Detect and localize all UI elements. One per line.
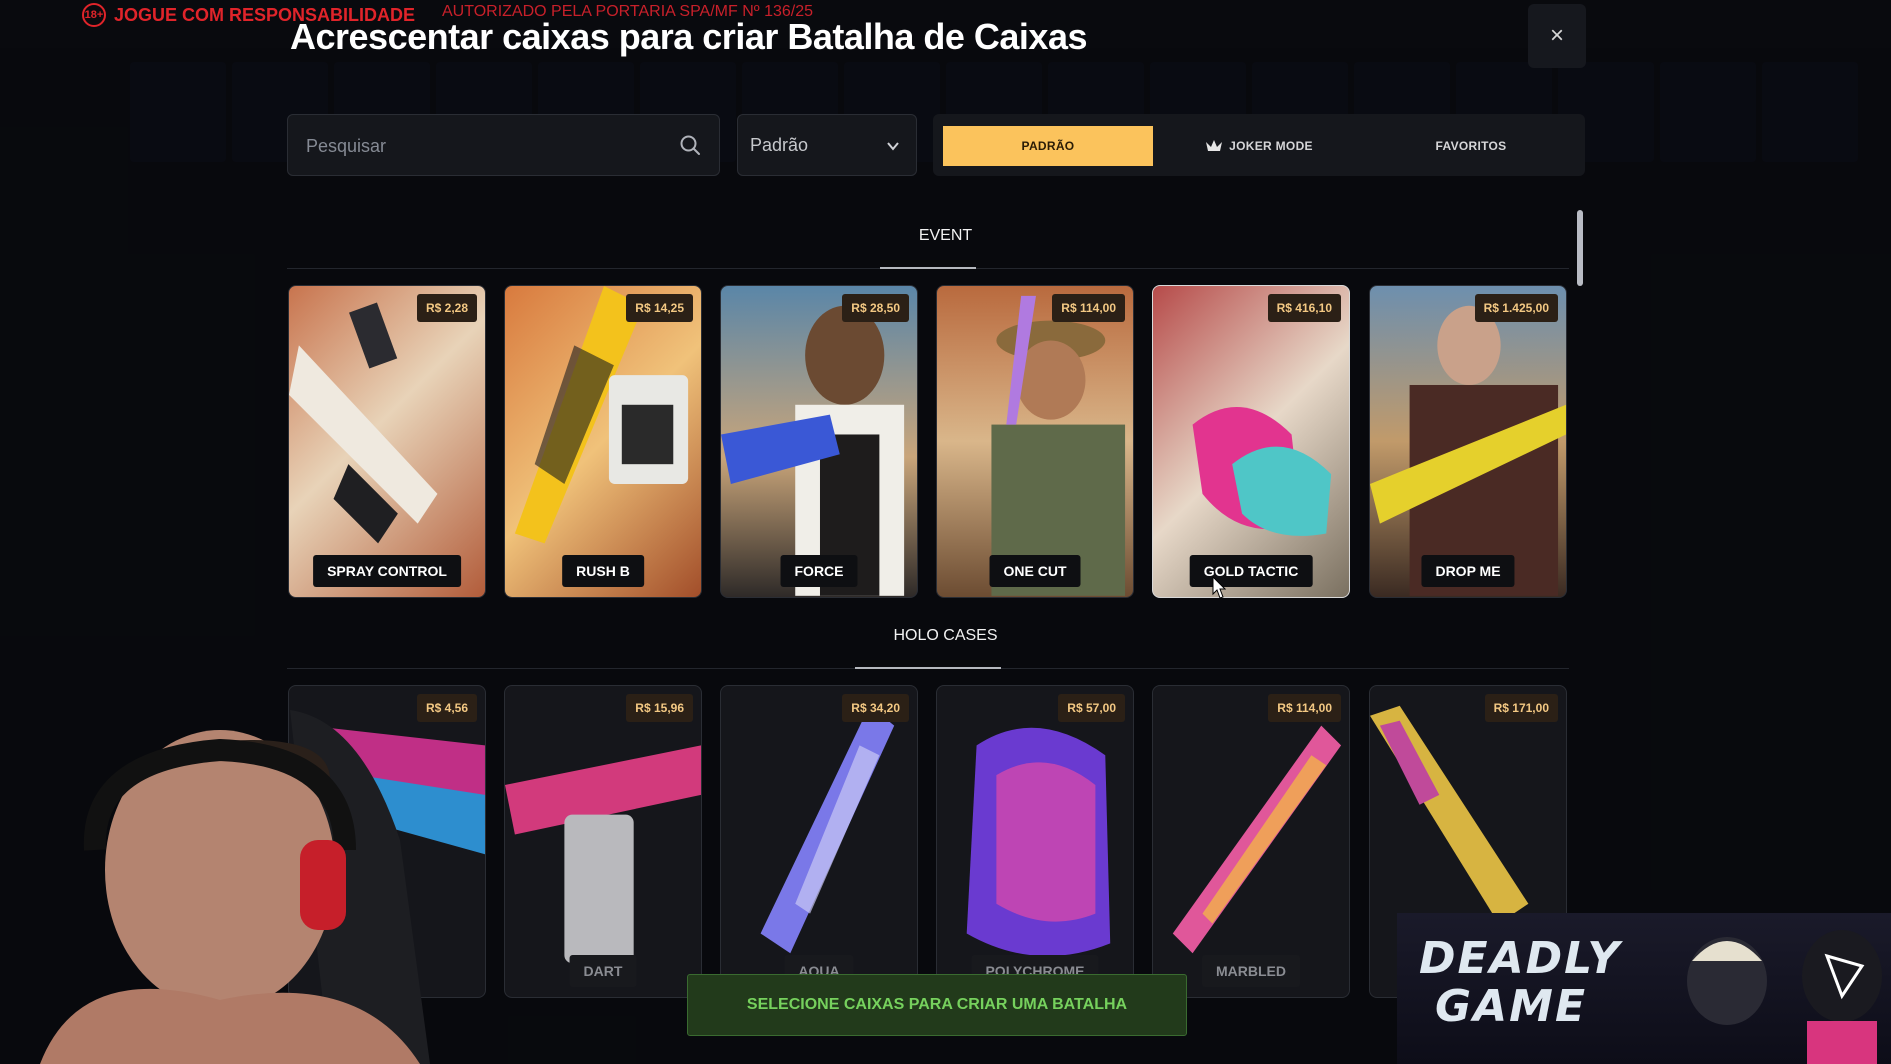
case-price: R$ 57,00 (1058, 694, 1125, 722)
gloves-artwork (966, 727, 1111, 957)
case-card-one-cut[interactable]: R$ 114,00 ONE CUT (936, 285, 1134, 598)
knife-artwork (760, 705, 895, 954)
create-battle-label: SELECIONE CAIXAS PARA CRIAR UMA BATALHA (746, 996, 1128, 1013)
case-card-gold-tactic[interactable]: R$ 416,10 GOLD TACTIC (1152, 285, 1350, 598)
create-battle-button[interactable]: SELECIONE CAIXAS PARA CRIAR UMA BATALHA (687, 974, 1187, 1036)
tab-joker-mode-label: JOKER MODE (1229, 139, 1313, 153)
logo-line-2: GAME (1435, 981, 1588, 1032)
search-input[interactable] (304, 115, 668, 177)
case-name: DART (569, 955, 637, 987)
section-underline (880, 267, 976, 269)
search-icon[interactable] (679, 134, 701, 156)
case-card-drop-me[interactable]: R$ 1.425,00 DROP ME (1369, 285, 1567, 598)
case-name: ONE CUT (989, 555, 1081, 587)
case-name: DROP ME (1421, 555, 1515, 587)
mode-tabs: PADRÃO JOKER MODE FAVORITOS (933, 114, 1585, 176)
case-card-marbled[interactable]: R$ 114,00 MARBLED (1152, 685, 1350, 998)
case-price: R$ 28,50 (842, 294, 909, 322)
chevron-down-icon (887, 142, 899, 151)
case-card-spray-control[interactable]: R$ 2,28 SPRAY CONTROL (288, 285, 486, 598)
case-name: RUSH B (562, 555, 644, 587)
tab-joker-mode[interactable]: JOKER MODE (1153, 126, 1365, 166)
close-icon: × (1549, 22, 1564, 49)
modal-title: Acrescentar caixas para criar Batalha de… (290, 16, 1088, 57)
case-card-aqua[interactable]: R$ 34,20 AQUA (720, 685, 918, 998)
case-card-dart[interactable]: R$ 15,96 DART (504, 685, 702, 998)
case-name: GOLD TACTIC (1189, 555, 1313, 587)
mascot-artwork (1687, 930, 1882, 1064)
tab-favoritos[interactable]: FAVORITOS (1365, 126, 1577, 166)
case-name: FORCE (780, 555, 858, 587)
tab-padrao[interactable]: PADRÃO (943, 126, 1153, 166)
case-name: MARBLED (1202, 955, 1300, 987)
case-price: R$ 2,28 (416, 294, 477, 322)
case-card-polychrome[interactable]: R$ 57,00 POLYCHROME (936, 685, 1134, 998)
search-box[interactable] (287, 114, 720, 177)
jester-hat-icon (1206, 140, 1223, 151)
sort-select-value: Padrão (750, 135, 809, 155)
case-price: R$ 171,00 (1484, 694, 1558, 722)
rifle-artwork (289, 302, 438, 544)
agent-knife-artwork (991, 295, 1126, 596)
agent-sniper-artwork (1370, 305, 1566, 596)
case-price: R$ 416,10 (1267, 294, 1341, 322)
bayonet-artwork (1172, 725, 1342, 954)
scrollbar-thumb[interactable] (1577, 210, 1583, 286)
knife-bomb-artwork (514, 286, 689, 544)
streamer-webcam (40, 710, 430, 1064)
mouse-cursor-icon (1212, 576, 1226, 599)
stream-logo-overlay: DEADLY GAME (1397, 913, 1891, 1064)
case-card-rush-b[interactable]: R$ 14,25 RUSH B (504, 285, 702, 598)
case-price: R$ 114,00 (1268, 694, 1341, 722)
case-price: R$ 15,96 (626, 694, 693, 722)
logo-line-1: DEADLY (1419, 933, 1622, 984)
gloves-artwork (1192, 406, 1332, 536)
tab-padrao-label: PADRÃO (1021, 139, 1075, 153)
case-card-force[interactable]: R$ 28,50 FORCE (720, 285, 918, 598)
agent-pistol-artwork (721, 305, 905, 596)
case-name: SPRAY CONTROL (313, 555, 461, 587)
close-button[interactable]: × (1528, 4, 1586, 68)
case-price: R$ 114,00 (1052, 294, 1125, 322)
section-title-holo-cases: HOLO CASES (893, 627, 998, 644)
section-underline (855, 667, 1001, 669)
case-price: R$ 1.425,00 (1474, 294, 1558, 322)
sort-select[interactable]: Padrão (737, 114, 917, 176)
deagle-artwork (505, 745, 701, 964)
section-title-event: EVENT (918, 227, 973, 244)
case-price: R$ 34,20 (842, 694, 909, 722)
tab-favoritos-label: FAVORITOS (1435, 139, 1507, 153)
case-price: R$ 14,25 (626, 294, 693, 322)
age-restriction-icon: 18+ (82, 3, 106, 27)
